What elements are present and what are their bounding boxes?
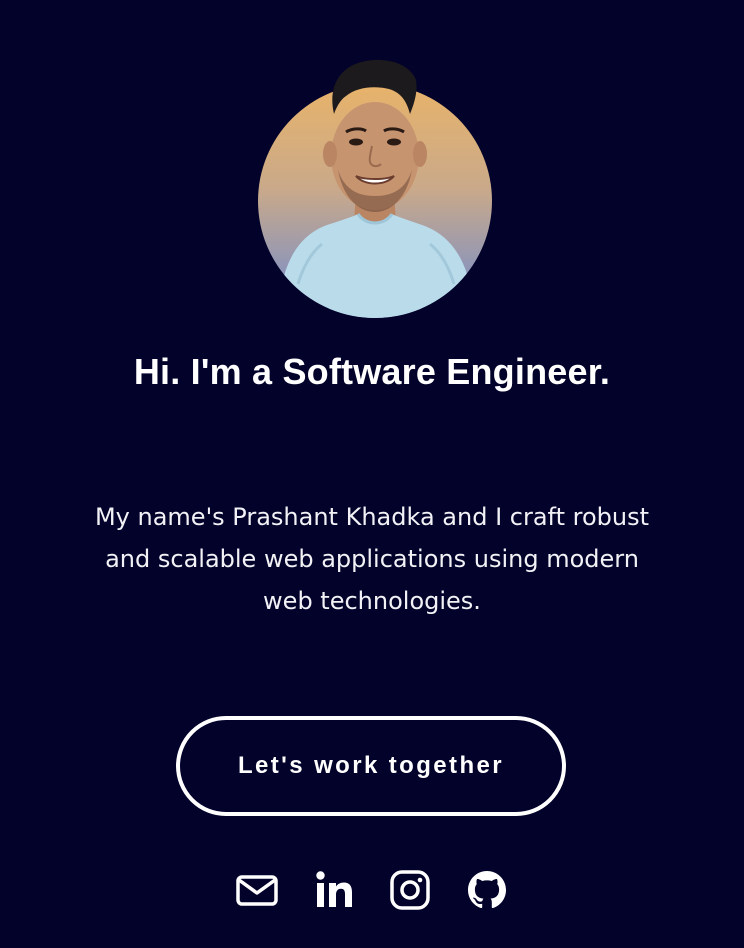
instagram-link[interactable] xyxy=(388,868,432,912)
person-illustration xyxy=(278,102,474,318)
work-together-button[interactable]: Let's work together xyxy=(176,716,566,816)
intro-paragraph: My name's Prashant Khadka and I craft ro… xyxy=(94,503,650,615)
email-link[interactable] xyxy=(235,868,279,912)
github-icon xyxy=(468,871,506,909)
profile-avatar xyxy=(258,84,492,318)
hero-section: Hi. I'm a Software Engineer. My name's P… xyxy=(0,0,744,948)
envelope-icon xyxy=(236,875,278,906)
linkedin-link[interactable] xyxy=(312,868,356,912)
linkedin-icon xyxy=(316,871,352,907)
social-links xyxy=(0,868,744,916)
instagram-icon xyxy=(390,870,430,910)
hair-overlay xyxy=(332,59,417,114)
page-headline: Hi. I'm a Software Engineer. xyxy=(133,351,611,392)
github-link[interactable] xyxy=(465,868,509,912)
